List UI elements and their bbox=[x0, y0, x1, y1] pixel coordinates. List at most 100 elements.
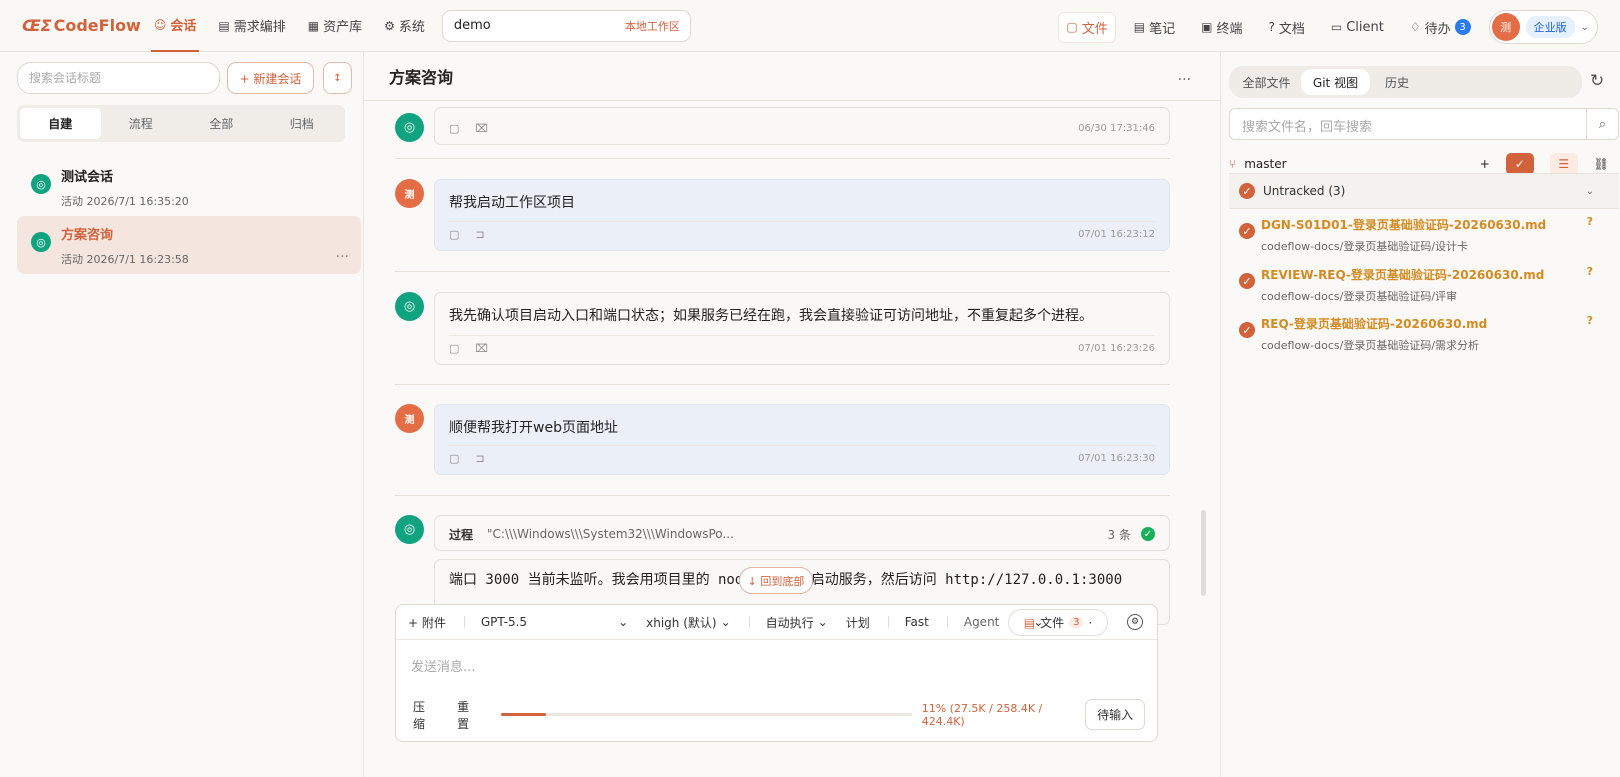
nav-chat-label: 会话 bbox=[170, 19, 197, 34]
session-activity: 活动 2026/7/1 16:35:20 bbox=[61, 195, 189, 208]
back-to-bottom-button[interactable]: ↓ 回到底部 bbox=[739, 567, 813, 594]
tab-workflow[interactable]: 流程 bbox=[101, 108, 182, 139]
session-search-input[interactable]: 搜索会话标题 bbox=[17, 62, 220, 94]
group-check-icon[interactable]: ✓ bbox=[1239, 183, 1255, 199]
branch-icon: ⑂ bbox=[1229, 157, 1237, 171]
tab-all-files[interactable]: 全部文件 bbox=[1232, 69, 1301, 95]
top-actions: ▢ 文件 ▤ 笔记 ▣ 终端 ? 文档 ▭ Client ♢ 待办 3 测 企业版 ⌄ bbox=[1058, 10, 1598, 44]
process-header: 过程 "C:\\\Windows\\\System32\\\WindowsPo..… bbox=[435, 516, 1169, 552]
top-action-docs[interactable]: ? 文档 bbox=[1260, 12, 1312, 43]
top-action-todos[interactable]: ♢ 待办 3 bbox=[1402, 12, 1479, 43]
nav-requirements[interactable]: ▤ 需求编排 bbox=[215, 0, 288, 52]
openai-icon: ◎ bbox=[395, 515, 424, 544]
todo-count-badge: 3 bbox=[1454, 19, 1471, 35]
assistant-message: ◎ ▢ ⌧ 06/30 17:31:46 bbox=[395, 107, 1195, 150]
tab-history[interactable]: 历史 bbox=[1370, 69, 1424, 95]
monitor-icon: ▭ bbox=[1330, 20, 1343, 34]
session-filter-tabs: 自建 流程 全部 归档 bbox=[17, 105, 345, 142]
copy-icon[interactable]: ▢ bbox=[449, 342, 459, 355]
attached-files-chip[interactable]: ▤ 文件 3 · bbox=[1008, 609, 1108, 636]
session-list-item[interactable]: ◎ 测试会话 活动 2026/7/1 16:35:20 bbox=[17, 158, 361, 216]
message-input[interactable]: 发送消息... bbox=[396, 640, 1157, 691]
process-status: 3 条 ✓ bbox=[1108, 526, 1155, 543]
chevron-down-icon[interactable]: ⌄ bbox=[1586, 186, 1594, 197]
nav-assets[interactable]: ▦ 资产库 bbox=[305, 0, 365, 52]
logo-text: CodeFlow bbox=[53, 16, 141, 35]
top-action-terminal[interactable]: ▣ 终端 bbox=[1193, 12, 1250, 43]
terminal-icon[interactable]: ⌧ bbox=[475, 122, 488, 135]
search-icon[interactable]: ⌕ bbox=[1586, 109, 1618, 139]
openai-icon: ◎ bbox=[31, 174, 51, 194]
new-session-button[interactable]: + 新建会话 bbox=[227, 62, 314, 94]
tree-view-icon[interactable]: ⛓ bbox=[1594, 157, 1609, 171]
refresh-icon[interactable]: ↻ bbox=[1590, 71, 1604, 91]
compress-button[interactable]: 压缩 bbox=[413, 698, 435, 732]
page-title: 方案咨询 bbox=[389, 68, 454, 87]
fast-toggle[interactable]: Fast bbox=[905, 615, 929, 629]
session-list-item[interactable]: ◎ 方案咨询 活动 2026/7/1 16:23:58 ... bbox=[17, 216, 361, 274]
session-sidebar: 搜索会话标题 + 新建会话 ↕ 自建 流程 全部 归档 ◎ 测试会话 活动 20… bbox=[0, 52, 364, 777]
git-panel: 全部文件 Git 视图 历史 ↻ 搜索文件名，回车搜索 ⌕ ⑂ master +… bbox=[1220, 52, 1620, 777]
top-action-client[interactable]: ▭ Client bbox=[1323, 14, 1392, 41]
copy-icon[interactable]: ▢ bbox=[449, 122, 459, 135]
file-check-icon[interactable]: ✓ bbox=[1239, 223, 1255, 239]
message-meta: ▢ ⊐ 07/01 16:23:30 bbox=[449, 445, 1155, 471]
terminal-icon: ▣ bbox=[1201, 20, 1213, 34]
message-meta: ▢ ⊐ 07/01 16:23:12 bbox=[449, 221, 1155, 247]
reasoning-value: xhigh (默认) bbox=[646, 615, 717, 630]
file-check-icon[interactable]: ✓ bbox=[1239, 322, 1255, 338]
tab-git-view[interactable]: Git 视图 bbox=[1301, 69, 1370, 95]
profile-menu[interactable]: 测 企业版 ⌄ bbox=[1488, 10, 1598, 44]
execution-mode-select[interactable]: 自动执行 ⌄ bbox=[766, 614, 828, 631]
waiting-input-button[interactable]: 待输入 bbox=[1085, 699, 1145, 730]
nav-system[interactable]: ⚙ 系统 bbox=[381, 0, 428, 52]
commit-icon[interactable]: ✓ bbox=[1505, 153, 1534, 175]
top-action-files-label: 文件 bbox=[1081, 21, 1108, 37]
more-icon[interactable]: ... bbox=[1178, 68, 1191, 84]
reasoning-select[interactable]: xhigh (默认) ⌄ bbox=[646, 614, 731, 631]
file-search-input[interactable]: 搜索文件名，回车搜索 ⌕ bbox=[1229, 108, 1619, 140]
git-file-item[interactable]: ✓ REVIEW-REQ-登录页基础验证码-20260630.md codefl… bbox=[1229, 263, 1619, 313]
tab-all[interactable]: 全部 bbox=[181, 108, 262, 139]
untracked-group[interactable]: ✓ Untracked (3) ⌄ bbox=[1229, 173, 1619, 209]
workspace-selector[interactable]: demo 本地工作区 bbox=[441, 9, 691, 42]
copy-icon[interactable]: ▢ bbox=[449, 452, 459, 465]
more-icon[interactable]: ... bbox=[336, 245, 349, 261]
model-select[interactable]: GPT-5.5 ⌄ bbox=[481, 615, 628, 629]
plan-toggle[interactable]: 计划 bbox=[846, 614, 870, 631]
chat-scrollbar[interactable] bbox=[1201, 510, 1206, 596]
process-info: 过程 "C:\\\Windows\\\System32\\\WindowsPo..… bbox=[449, 526, 734, 543]
message-time: 07/01 16:23:12 bbox=[1078, 229, 1155, 240]
process-summary[interactable]: 过程 "C:\\\Windows\\\System32\\\WindowsPo..… bbox=[434, 515, 1170, 551]
top-action-notes[interactable]: ▤ 笔记 bbox=[1126, 12, 1183, 43]
untracked-status-icon: ? bbox=[1586, 314, 1593, 327]
reset-button[interactable]: 重置 bbox=[457, 698, 479, 732]
composer-settings-icon[interactable]: ⚙ bbox=[1127, 614, 1143, 630]
git-file-item[interactable]: ✓ REQ-登录页基础验证码-20260630.md codeflow-docs… bbox=[1229, 312, 1619, 362]
nav-chat[interactable]: ☺ 会话 bbox=[150, 0, 200, 52]
git-file-name: REQ-登录页基础验证码-20260630.md bbox=[1261, 317, 1488, 331]
git-file-name: DGN-S01D01-登录页基础验证码-20260630.md bbox=[1261, 218, 1547, 232]
attach-button[interactable]: + 附件 bbox=[408, 614, 446, 631]
workspace-name: demo bbox=[453, 18, 491, 33]
document-icon: ▤ bbox=[218, 18, 230, 33]
git-file-item[interactable]: ✓ DGN-S01D01-登录页基础验证码-20260630.md codefl… bbox=[1229, 213, 1619, 263]
session-title: 方案咨询 bbox=[61, 228, 114, 243]
nav-requirements-label: 需求编排 bbox=[233, 20, 286, 35]
codeflow-logo[interactable]: ŒΣ CodeFlow bbox=[22, 16, 141, 35]
chat-header: 方案咨询 ... bbox=[364, 52, 1220, 101]
file-check-icon[interactable]: ✓ bbox=[1239, 273, 1255, 289]
tab-archived[interactable]: 归档 bbox=[262, 108, 343, 139]
top-action-files[interactable]: ▢ 文件 bbox=[1058, 11, 1116, 43]
chevron-down-icon: ⌄ bbox=[720, 615, 731, 629]
copy-icon[interactable]: ▢ bbox=[449, 228, 459, 241]
terminal-icon[interactable]: ⌧ bbox=[475, 342, 488, 355]
quote-icon[interactable]: ⊐ bbox=[475, 228, 484, 241]
quote-icon[interactable]: ⊐ bbox=[475, 452, 484, 465]
file-chip-menu-icon: · bbox=[1088, 615, 1093, 630]
tab-self-built[interactable]: 自建 bbox=[20, 108, 101, 139]
add-icon[interactable]: + bbox=[1480, 157, 1490, 171]
context-usage-bar bbox=[501, 713, 912, 716]
list-view-icon[interactable]: ☰ bbox=[1549, 153, 1578, 175]
sort-icon[interactable]: ↕ bbox=[323, 62, 352, 94]
